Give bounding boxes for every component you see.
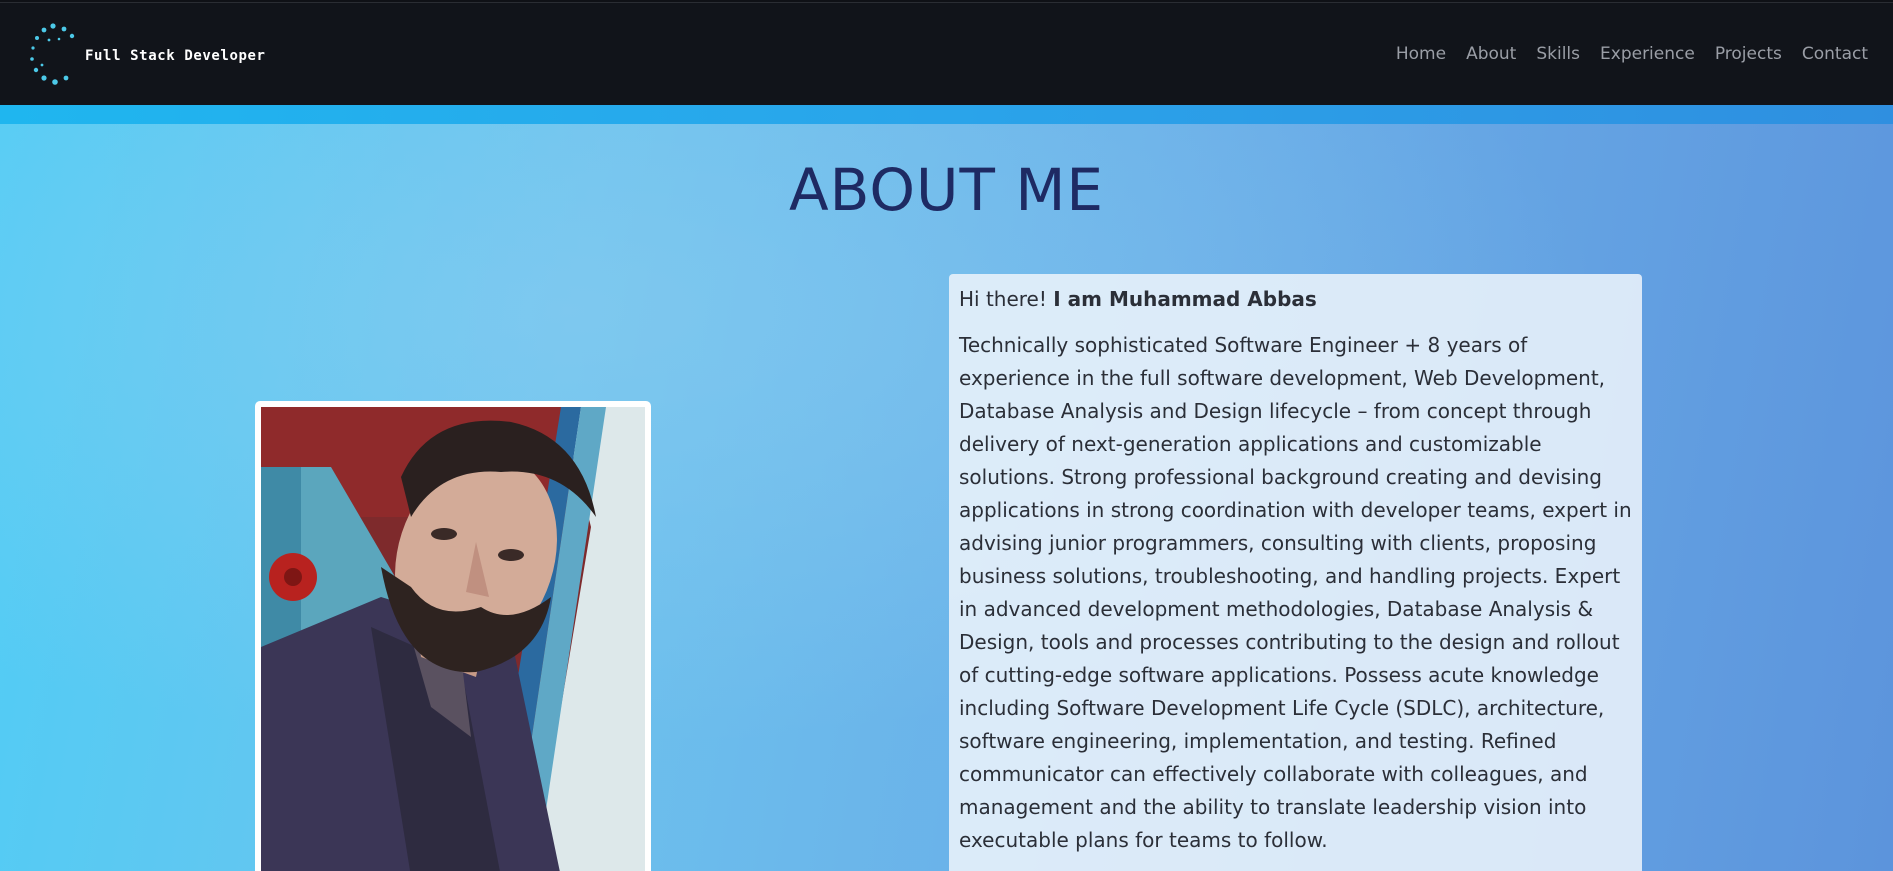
main-nav: Home About Skills Experience Projects Co…: [1396, 44, 1868, 64]
profile-photo: [261, 407, 645, 871]
section-title: ABOUT ME: [788, 156, 1105, 224]
profile-photo-frame: [255, 401, 651, 871]
nav-projects[interactable]: Projects: [1715, 44, 1782, 64]
greeting-prefix: Hi there!: [959, 287, 1054, 311]
nav-skills[interactable]: Skills: [1536, 44, 1580, 64]
greeting: Hi there! I am Muhammad Abbas: [959, 286, 1632, 312]
bio-paragraph: Technically sophisticated Software Engin…: [959, 333, 1632, 852]
nav-contact[interactable]: Contact: [1802, 44, 1868, 64]
about-section: ABOUT ME Hi there! I am Muhammad Abbas T…: [0, 124, 1893, 871]
about-text-card: Hi there! I am Muhammad Abbas Technicall…: [949, 274, 1642, 871]
nav-about[interactable]: About: [1466, 44, 1516, 64]
dotted-circle-spinner-icon[interactable]: [22, 21, 84, 87]
brand-title[interactable]: Full Stack Developer: [85, 48, 266, 64]
nav-home[interactable]: Home: [1396, 44, 1446, 64]
navbar: Full Stack Developer Home About Skills E…: [0, 2, 1893, 105]
nav-experience[interactable]: Experience: [1600, 44, 1695, 64]
accent-divider: [0, 105, 1893, 124]
greeting-name: I am Muhammad Abbas: [1053, 287, 1317, 311]
